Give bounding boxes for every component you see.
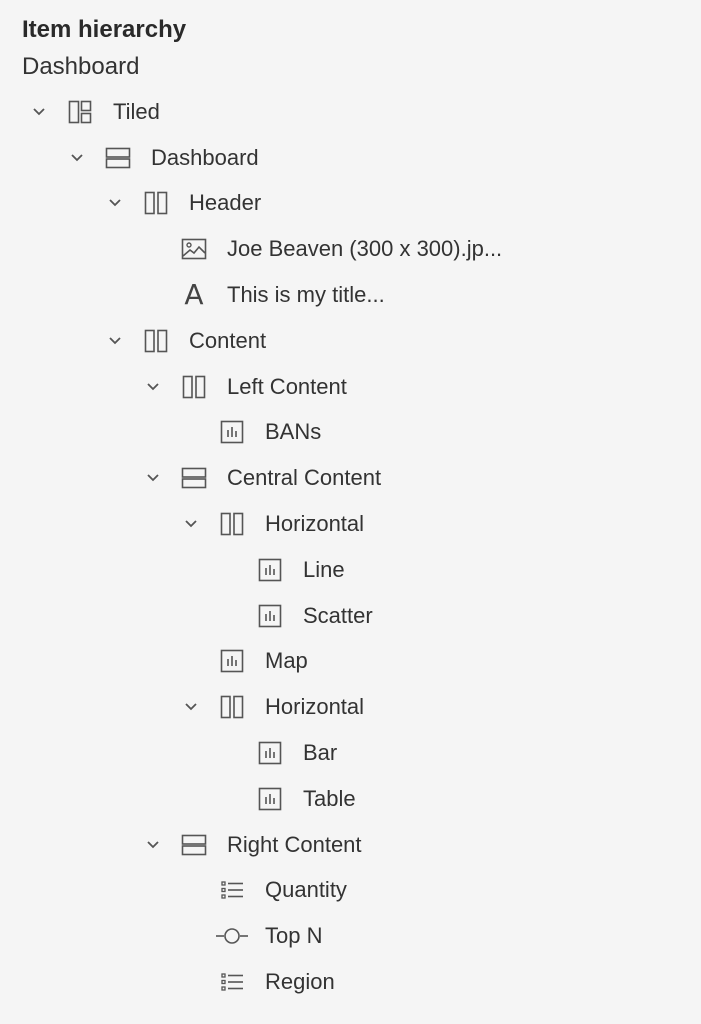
tree-item-label: Right Content [227, 831, 362, 857]
tree-item[interactable]: Horizontal [0, 501, 701, 547]
panel-subtitle: Dashboard [22, 53, 140, 80]
horizontal-container-icon [219, 694, 245, 720]
sheet-icon [257, 557, 283, 583]
tree-item[interactable]: Bar [0, 730, 701, 776]
chevron-down-icon[interactable] [29, 102, 49, 122]
sheet-icon [219, 648, 245, 674]
hierarchy-tree: Tiled Dashboard Header Joe Beaven (300 x 30… [0, 89, 701, 1005]
tree-item[interactable]: A This is my title... [0, 272, 701, 318]
tree-item-label: Region [265, 969, 335, 995]
panel-title: Item hierarchy [22, 16, 187, 43]
tree-item[interactable]: BANs [0, 410, 701, 456]
vertical-container-icon [105, 145, 131, 171]
horizontal-container-icon [143, 328, 169, 354]
tree-item[interactable]: Dashboard [0, 135, 701, 181]
tree-item[interactable]: Tiled [0, 89, 701, 135]
filter-list-icon [219, 877, 245, 903]
tree-item-label: Quantity [265, 877, 347, 903]
tree-item-label: Top N [265, 923, 323, 949]
chevron-down-icon[interactable] [181, 514, 201, 534]
tree-item-label: Central Content [227, 465, 382, 491]
tree-item[interactable]: Quantity [0, 868, 701, 914]
vertical-container-icon [181, 465, 207, 491]
tree-item-label: Scatter [303, 602, 373, 628]
horizontal-container-icon [219, 511, 245, 537]
tree-item[interactable]: Joe Beaven (300 x 300).jp... [0, 226, 701, 272]
item-hierarchy-panel: Item hierarchy Dashboard Tiled Dashboard H… [0, 0, 701, 1024]
tree-item[interactable]: Right Content [0, 822, 701, 868]
chevron-down-icon[interactable] [181, 697, 201, 717]
tree-item-label: Table [303, 785, 356, 811]
chevron-down-icon[interactable] [143, 377, 163, 397]
sheet-icon [219, 419, 245, 445]
tree-item-label: Map [265, 648, 308, 674]
tiled-layout-icon [67, 99, 93, 125]
tree-item-label: This is my title... [227, 282, 385, 308]
sheet-icon [257, 603, 283, 629]
tree-item-label: Joe Beaven (300 x 300).jp... [227, 236, 503, 262]
tree-item[interactable]: Top N [0, 913, 701, 959]
tree-item-label: BANs [265, 419, 322, 445]
tree-item[interactable]: Map [0, 639, 701, 685]
parameter-icon [215, 923, 249, 949]
text-icon: A [184, 278, 204, 312]
tree-item[interactable]: Table [0, 776, 701, 822]
tree-item-label: Tiled [113, 98, 160, 124]
tree-item[interactable]: Content [0, 318, 701, 364]
sheet-icon [257, 786, 283, 812]
tree-item[interactable]: Left Content [0, 364, 701, 410]
vertical-container-icon [181, 832, 207, 858]
tree-item[interactable]: Scatter [0, 593, 701, 639]
tree-item[interactable]: Region [0, 959, 701, 1005]
chevron-down-icon[interactable] [67, 148, 87, 168]
chevron-down-icon[interactable] [143, 468, 163, 488]
tree-item-label: Content [189, 327, 267, 353]
tree-item-label: Horizontal [265, 694, 365, 720]
horizontal-container-icon [143, 190, 169, 216]
tree-item[interactable]: Line [0, 547, 701, 593]
sheet-icon [257, 740, 283, 766]
tree-item-label: Left Content [227, 373, 347, 399]
tree-item-label: Dashboard [151, 144, 259, 170]
chevron-down-icon[interactable] [143, 835, 163, 855]
chevron-down-icon[interactable] [105, 193, 125, 213]
filter-list-icon [219, 969, 245, 995]
tree-item[interactable]: Central Content [0, 455, 701, 501]
tree-item-label: Horizontal [265, 511, 365, 537]
chevron-down-icon[interactable] [105, 331, 125, 351]
tree-item[interactable]: Header [0, 181, 701, 227]
tree-item-label: Line [303, 556, 345, 582]
tree-item-label: Header [189, 190, 262, 216]
image-icon [181, 236, 207, 262]
tree-item-label: Bar [303, 740, 338, 766]
tree-item[interactable]: Horizontal [0, 684, 701, 730]
horizontal-container-icon [181, 374, 207, 400]
